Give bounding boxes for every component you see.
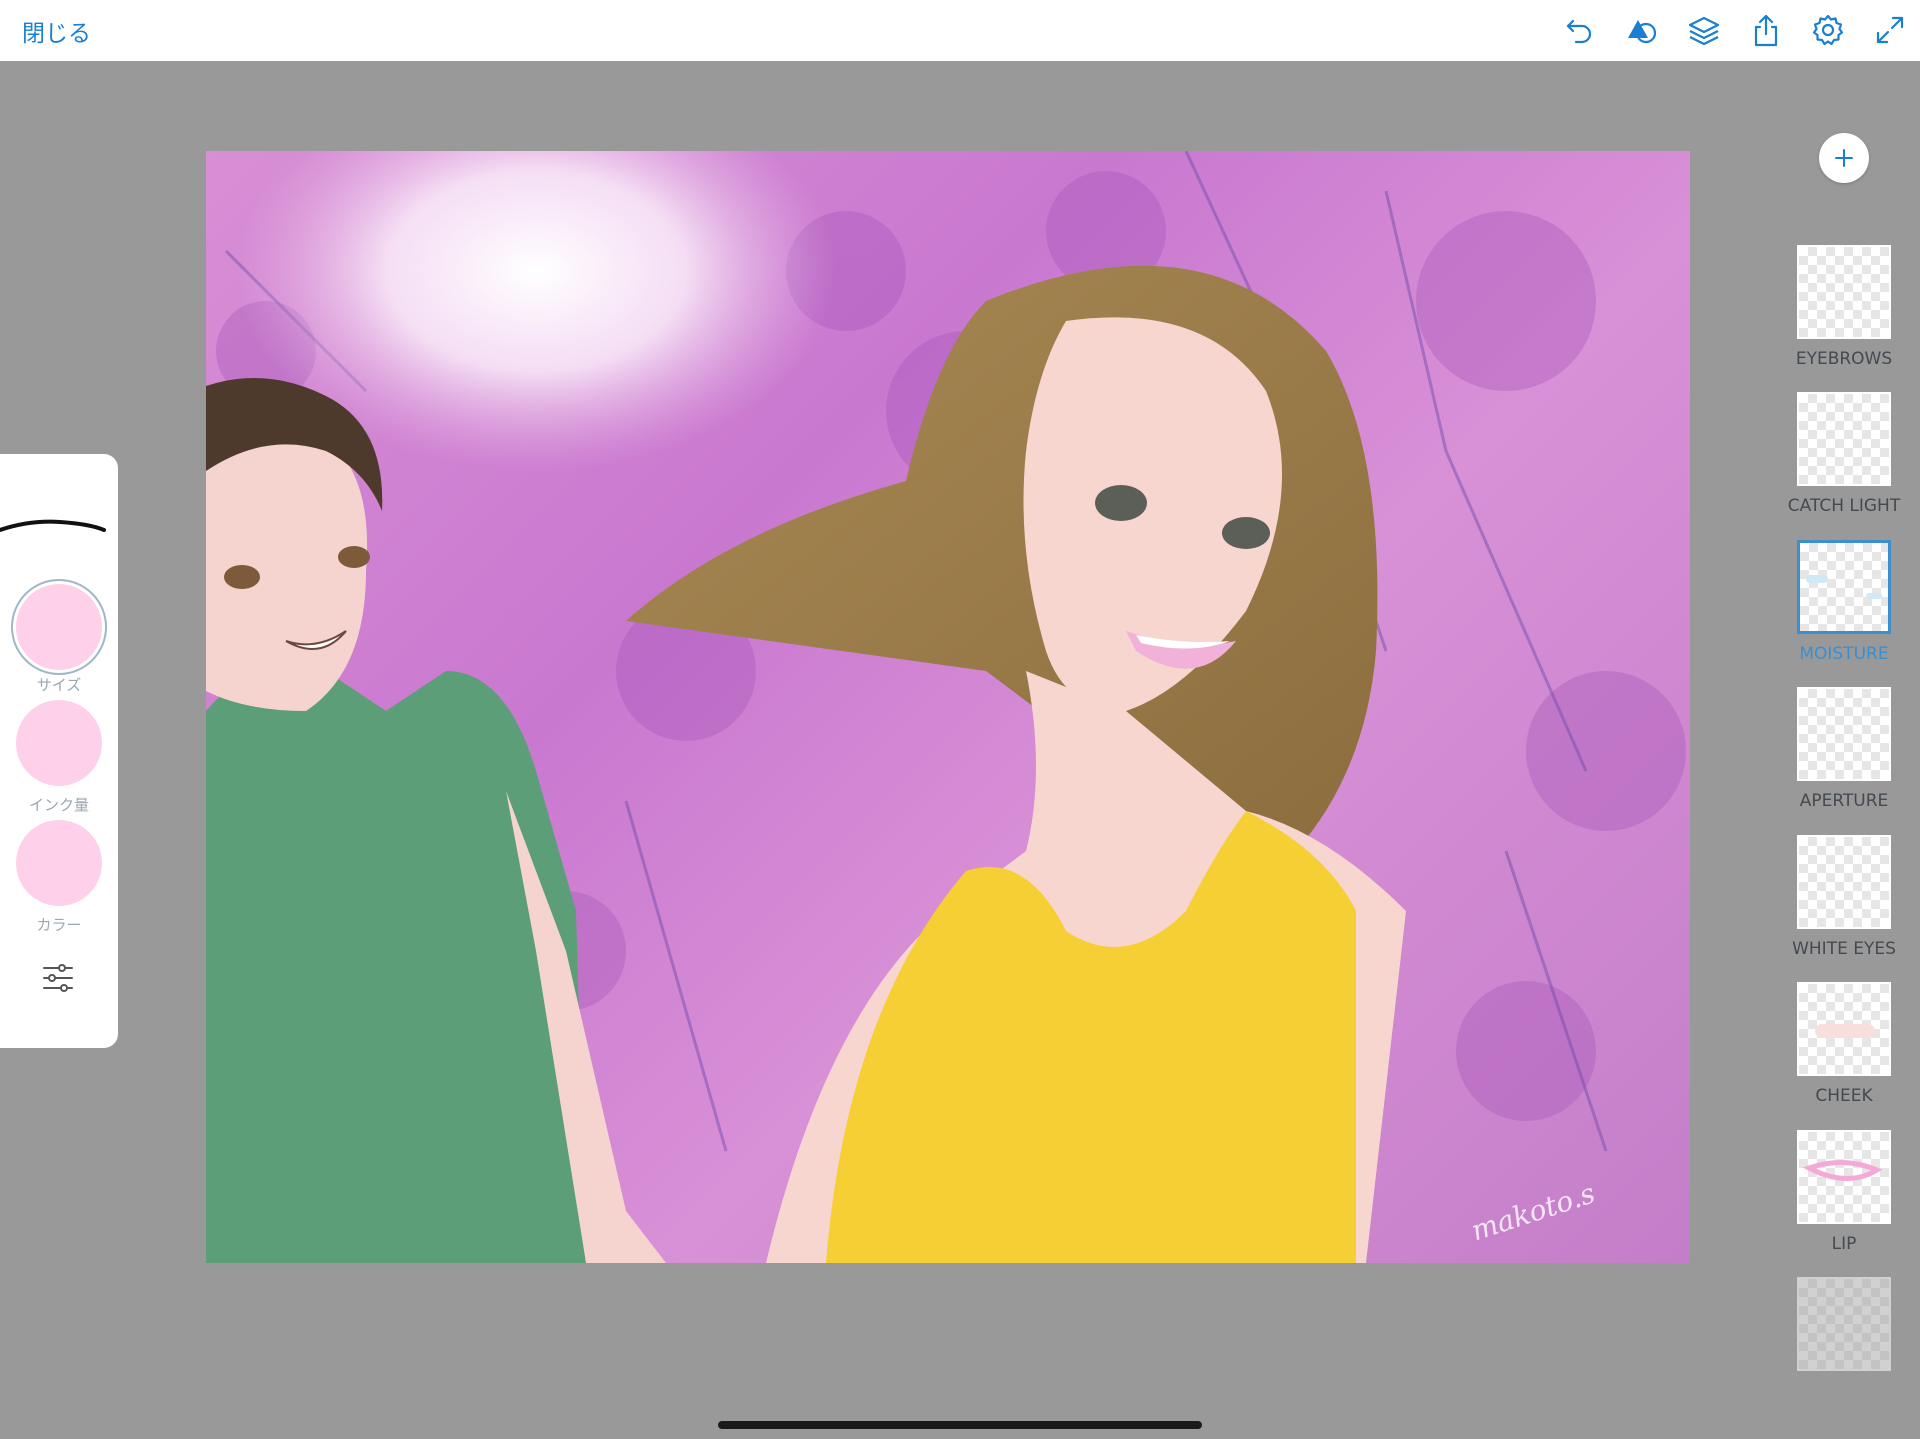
ink-label: インク量 bbox=[28, 796, 89, 814]
add-layer-button[interactable] bbox=[1819, 133, 1869, 183]
boy-figure bbox=[206, 378, 666, 1263]
layers-icon[interactable] bbox=[1686, 12, 1722, 48]
layer-white-eyes[interactable]: WHITE EYES bbox=[1790, 835, 1898, 967]
layer-lip[interactable]: LIP bbox=[1790, 1130, 1898, 1262]
undo-icon[interactable] bbox=[1562, 12, 1598, 48]
layer-thumbnail bbox=[1797, 835, 1891, 929]
color-swatch[interactable] bbox=[16, 820, 102, 906]
layer-label: CATCH LIGHT bbox=[1787, 496, 1901, 516]
layer-label: WHITE EYES bbox=[1792, 939, 1896, 959]
artwork: makoto.s bbox=[206, 151, 1686, 1263]
artist-signature: makoto.s bbox=[1467, 1177, 1599, 1248]
brush-preview[interactable] bbox=[0, 510, 110, 540]
layer-cheek[interactable]: CHEEK bbox=[1790, 982, 1898, 1114]
layer-label: CHEEK bbox=[1815, 1086, 1873, 1106]
share-icon[interactable] bbox=[1748, 12, 1784, 48]
layer-partial[interactable] bbox=[1790, 1277, 1898, 1372]
layer-thumbnail bbox=[1797, 392, 1891, 486]
layer-label: MOISTURE bbox=[1799, 644, 1889, 664]
layer-catch-light[interactable]: CATCH LIGHT bbox=[1788, 392, 1900, 524]
ink-swatch[interactable] bbox=[16, 700, 102, 786]
drawing-canvas[interactable]: makoto.s bbox=[206, 151, 1690, 1263]
color-label: カラー bbox=[36, 916, 82, 934]
top-toolbar: 閉じる bbox=[0, 0, 1920, 61]
sliders-icon[interactable] bbox=[40, 960, 76, 996]
layer-thumbnail bbox=[1797, 1277, 1891, 1371]
layer-aperture[interactable]: APERTURE bbox=[1790, 687, 1898, 819]
layer-thumbnail bbox=[1797, 982, 1891, 1076]
layer-eyebrows[interactable]: EYEBROWS bbox=[1790, 245, 1898, 377]
lip-shape bbox=[1802, 1159, 1883, 1181]
size-label: サイズ bbox=[36, 676, 82, 694]
size-swatch[interactable] bbox=[16, 584, 102, 670]
layer-moisture[interactable]: MOISTURE bbox=[1790, 540, 1898, 672]
layer-thumbnail bbox=[1797, 540, 1891, 634]
close-button[interactable]: 閉じる bbox=[22, 14, 91, 48]
layer-label: EYEBROWS bbox=[1795, 349, 1893, 369]
brush-panel: サイズ インク量 カラー bbox=[0, 454, 118, 1048]
shape-icon[interactable] bbox=[1624, 12, 1660, 48]
layer-thumbnail bbox=[1797, 1130, 1891, 1224]
layer-thumbnail bbox=[1797, 687, 1891, 781]
settings-icon[interactable] bbox=[1810, 12, 1846, 48]
plus-icon bbox=[1835, 149, 1853, 167]
fullscreen-icon[interactable] bbox=[1872, 12, 1908, 48]
home-indicator bbox=[718, 1421, 1202, 1429]
layer-label: LIP bbox=[1831, 1234, 1857, 1254]
layer-thumbnail bbox=[1797, 245, 1891, 339]
layer-label: APERTURE bbox=[1799, 791, 1889, 811]
